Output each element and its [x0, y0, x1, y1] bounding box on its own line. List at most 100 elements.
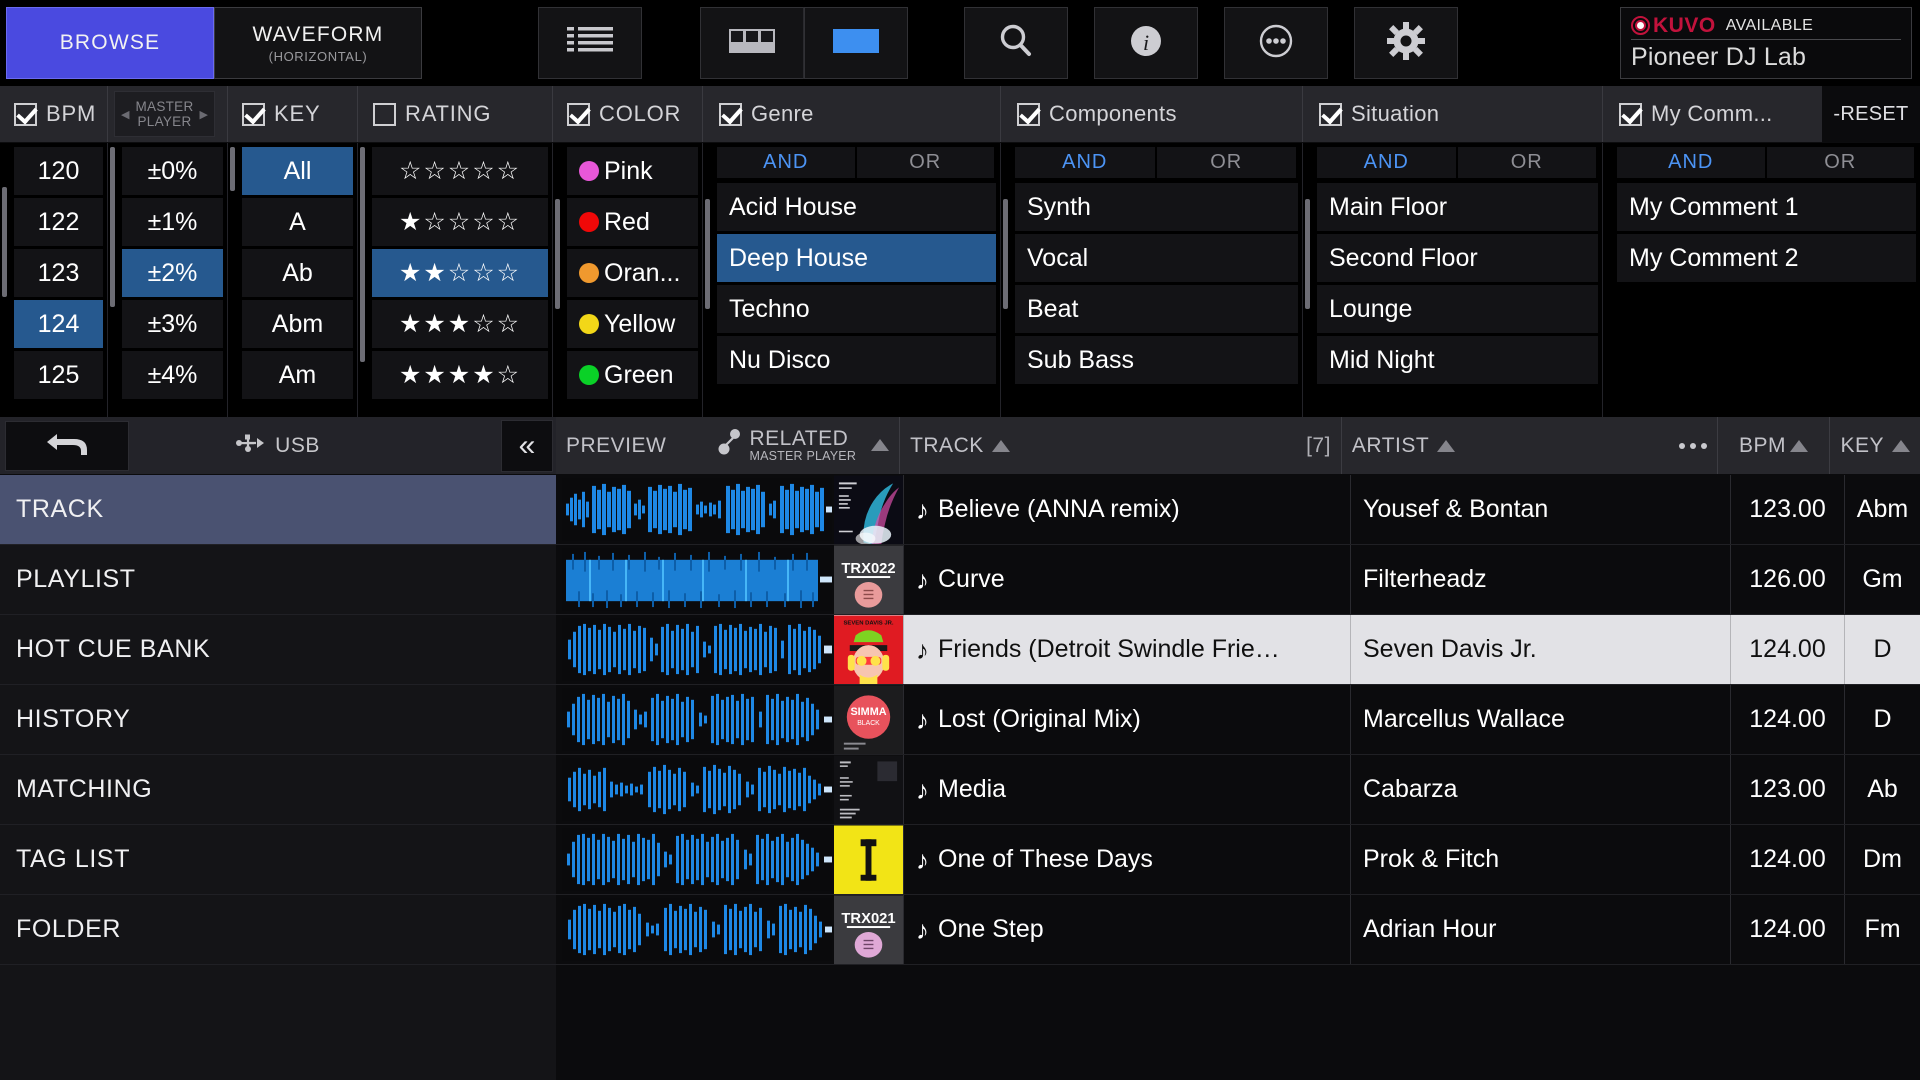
sort-arrow-artist-icon[interactable]	[1437, 439, 1456, 452]
filter-toggle-mycomment[interactable]: My Comm... -RESET	[1603, 86, 1920, 142]
table-row[interactable]: ♪ Believe (ANNA remix) Yousef & Bontan 1…	[556, 475, 1920, 545]
sidebar-item-tag-list[interactable]: TAG LIST	[0, 825, 556, 895]
collapse-panel-button[interactable]: «	[501, 420, 553, 472]
track-key-cell[interactable]: Gm	[1845, 545, 1920, 614]
filter-option-key-4[interactable]: Am	[242, 351, 353, 399]
filter-option-tempo-2[interactable]: ±2%	[122, 249, 223, 297]
track-artist-cell[interactable]: Prok & Fitch	[1351, 825, 1731, 894]
filter-option-color-0[interactable]: Pink	[567, 147, 698, 195]
checkbox-genre[interactable]	[719, 102, 742, 126]
checkbox-bpm[interactable]	[14, 102, 37, 126]
column-header-artist[interactable]: ARTIST	[1342, 417, 1718, 474]
logic-and-components[interactable]: AND	[1015, 147, 1155, 178]
filter-option-bpm-1[interactable]: 122	[14, 198, 103, 246]
filter-option-bpm-4[interactable]: 125	[14, 351, 103, 399]
filter-option-rating-1[interactable]: ★☆☆☆☆	[372, 198, 548, 246]
filter-option-components-0[interactable]: Synth	[1015, 183, 1298, 231]
track-title-cell[interactable]: ♪ Believe (ANNA remix)	[904, 475, 1351, 544]
filter-option-bpm-0[interactable]: 120	[14, 147, 103, 195]
filter-option-color-1[interactable]: Red	[567, 198, 698, 246]
filter-option-color-3[interactable]: Yellow	[567, 300, 698, 348]
filter-option-situation-0[interactable]: Main Floor	[1317, 183, 1598, 231]
track-artist-cell[interactable]: Adrian Hour	[1351, 895, 1731, 964]
filter-option-bpm-3[interactable]: 124	[14, 300, 103, 348]
sidebar-item-folder[interactable]: FOLDER	[0, 895, 556, 965]
filter-option-mycomment-1[interactable]: My Comment 2	[1617, 234, 1916, 282]
logic-or-mycomment[interactable]: OR	[1766, 147, 1914, 178]
sidebar-item-matching[interactable]: MATCHING	[0, 755, 556, 825]
filter-toggle-color[interactable]: COLOR	[553, 86, 703, 142]
filter-option-genre-3[interactable]: Nu Disco	[717, 336, 996, 384]
filter-option-mycomment-0[interactable]: My Comment 1	[1617, 183, 1916, 231]
logic-or-situation[interactable]: OR	[1457, 147, 1596, 178]
track-waveform-preview[interactable]	[556, 475, 834, 544]
table-row[interactable]: TRX021 ♪ One Step Adrian Hour 124.00 Fm	[556, 895, 1920, 965]
track-title-cell[interactable]: ♪ Curve	[904, 545, 1351, 614]
track-bpm-cell[interactable]: 124.00	[1731, 685, 1845, 754]
filter-option-color-4[interactable]: Green	[567, 351, 698, 399]
column-options-icon[interactable]	[1678, 442, 1707, 449]
track-bpm-cell[interactable]: 124.00	[1731, 825, 1845, 894]
filter-option-genre-2[interactable]: Techno	[717, 285, 996, 333]
filter-option-bpm-2[interactable]: 123	[14, 249, 103, 297]
sort-arrow-bpm-icon[interactable]	[1790, 439, 1809, 452]
filter-option-situation-3[interactable]: Mid Night	[1317, 336, 1598, 384]
track-artist-cell[interactable]: Marcellus Wallace	[1351, 685, 1731, 754]
sort-arrow-track-icon[interactable]	[991, 439, 1010, 452]
track-key-cell[interactable]: Ab	[1845, 755, 1920, 824]
checkbox-color[interactable]	[567, 102, 590, 126]
track-bpm-cell[interactable]: 124.00	[1731, 895, 1845, 964]
track-key-cell[interactable]: D	[1845, 685, 1920, 754]
filter-toggle-bpm[interactable]: BPM	[0, 86, 108, 142]
filter-toggle-key[interactable]: KEY	[228, 86, 358, 142]
sidebar-item-hot-cue-bank[interactable]: HOT CUE BANK	[0, 615, 556, 685]
track-waveform-preview[interactable]	[556, 615, 834, 684]
track-title-cell[interactable]: ♪ Lost (Original Mix)	[904, 685, 1351, 754]
master-player-prev-icon[interactable]: ◀	[121, 108, 129, 121]
scrollbar-bpm[interactable]	[2, 187, 7, 297]
logic-and-genre[interactable]: AND	[717, 147, 855, 178]
master-player-selector[interactable]: ◀ MASTER PLAYER ▶	[114, 91, 215, 137]
filter-option-tempo-1[interactable]: ±1%	[122, 198, 223, 246]
sort-arrow-key-icon[interactable]	[1892, 439, 1910, 452]
split-layout-button[interactable]	[804, 7, 908, 79]
scrollbar-tempo[interactable]	[110, 147, 115, 307]
settings-button[interactable]	[1354, 7, 1458, 79]
kuvo-status-panel[interactable]: KUVO AVAILABLE Pioneer DJ Lab	[1620, 7, 1912, 79]
more-button[interactable]	[1224, 7, 1328, 79]
filter-option-tempo-0[interactable]: ±0%	[122, 147, 223, 195]
filter-option-key-1[interactable]: A	[242, 198, 353, 246]
logic-or-components[interactable]: OR	[1156, 147, 1296, 178]
scrollbar-color[interactable]	[555, 199, 560, 309]
filter-option-genre-1[interactable]: Deep House	[717, 234, 996, 282]
sort-arrow-related-icon[interactable]	[871, 439, 890, 452]
view-browse-button[interactable]: BROWSE	[6, 7, 214, 79]
filter-option-rating-0[interactable]: ☆☆☆☆☆	[372, 147, 548, 195]
logic-or-genre[interactable]: OR	[856, 147, 994, 178]
filter-option-genre-0[interactable]: Acid House	[717, 183, 996, 231]
filter-option-tempo-3[interactable]: ±3%	[122, 300, 223, 348]
filter-option-key-3[interactable]: Abm	[242, 300, 353, 348]
track-waveform-preview[interactable]	[556, 545, 834, 614]
column-header-preview[interactable]: PREVIEW RELATED MASTER PLAYER	[556, 417, 901, 474]
filter-option-situation-1[interactable]: Second Floor	[1317, 234, 1598, 282]
filter-option-components-2[interactable]: Beat	[1015, 285, 1298, 333]
reset-button[interactable]: -RESET	[1822, 86, 1920, 142]
logic-and-situation[interactable]: AND	[1317, 147, 1456, 178]
track-waveform-preview[interactable]	[556, 685, 834, 754]
track-bpm-cell[interactable]: 123.00	[1731, 755, 1845, 824]
filter-option-rating-3[interactable]: ★★★☆☆	[372, 300, 548, 348]
filter-toggle-rating[interactable]: RATING	[358, 86, 553, 142]
list-view-button[interactable]	[538, 7, 642, 79]
sidebar-item-history[interactable]: HISTORY	[0, 685, 556, 755]
track-title-cell[interactable]: ♪ One of These Days	[904, 825, 1351, 894]
track-waveform-preview[interactable]	[556, 825, 834, 894]
table-row[interactable]: SEVEN DAVIS JR. ♪ Friends (Detroit Swind…	[556, 615, 1920, 685]
track-title-cell[interactable]: ♪ One Step	[904, 895, 1351, 964]
filter-option-color-2[interactable]: Oran...	[567, 249, 698, 297]
track-title-cell[interactable]: ♪ Media	[904, 755, 1351, 824]
scrollbar-genre[interactable]	[705, 199, 710, 309]
track-title-cell[interactable]: ♪ Friends (Detroit Swindle Frie…	[904, 615, 1351, 684]
table-row[interactable]: SIMMA BLACK ♪ Lost (Original Mix) Marcel…	[556, 685, 1920, 755]
related-header[interactable]: RELATED MASTER PLAYER	[717, 427, 890, 463]
